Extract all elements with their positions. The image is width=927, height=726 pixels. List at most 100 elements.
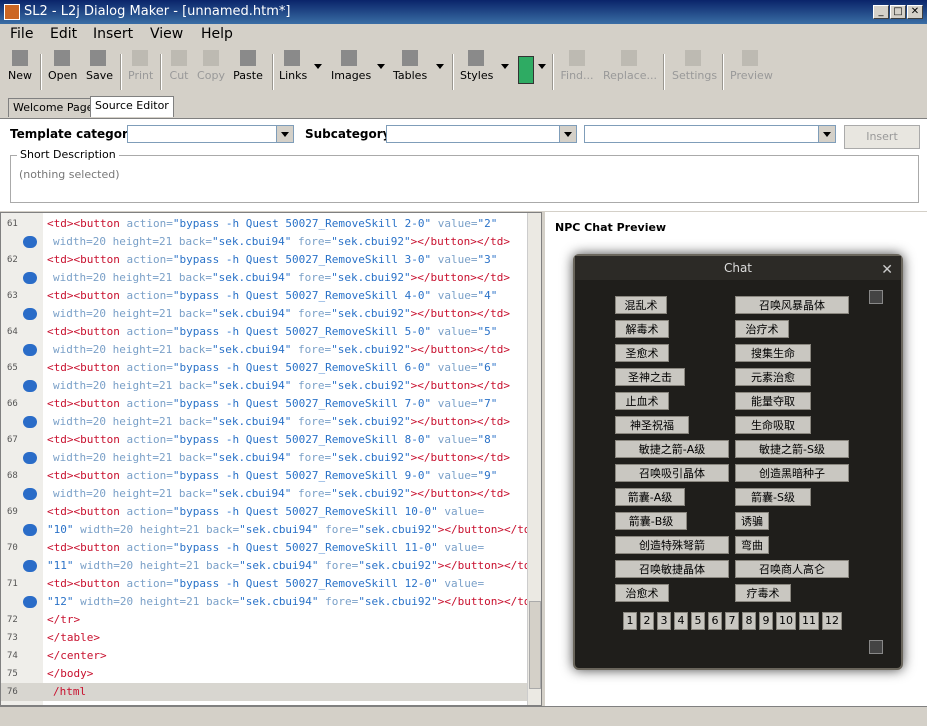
bookmark-icon[interactable] — [23, 560, 37, 572]
code-line[interactable]: 61 <td><button action="bypass -h Quest 50… — [1, 215, 529, 233]
save-button[interactable]: Save — [86, 50, 113, 82]
page-number-button[interactable]: 12 — [822, 612, 842, 630]
bookmark-icon[interactable] — [23, 488, 37, 500]
skill-button[interactable]: 诱骗 — [735, 512, 769, 530]
code-line[interactable]: width=20 height=21 back="sek.cbui94" for… — [1, 233, 529, 251]
images-dropdown-icon[interactable] — [377, 64, 385, 69]
styles-button[interactable]: Styles — [460, 50, 493, 82]
skill-button[interactable]: 箭囊-S级 — [735, 488, 811, 506]
code-line[interactable]: 68 <td><button action="bypass -h Quest 50… — [1, 467, 529, 485]
paste-button[interactable]: Paste — [232, 50, 264, 82]
code-line[interactable]: width=20 height=21 back="sek.cbui94" for… — [1, 413, 529, 431]
links-button[interactable]: Links — [279, 50, 307, 82]
chevron-down-icon[interactable] — [559, 126, 576, 142]
bookmark-icon[interactable] — [23, 272, 37, 284]
code-line[interactable]: 65 <td><button action="bypass -h Quest 50… — [1, 359, 529, 377]
color-swatch[interactable] — [518, 56, 534, 84]
maximize-button[interactable]: □ — [890, 5, 906, 19]
page-number-button[interactable]: 6 — [708, 612, 722, 630]
chevron-down-icon[interactable] — [818, 126, 835, 142]
skill-button[interactable]: 解毒术 — [615, 320, 669, 338]
code-line[interactable]: "11" width=20 height=21 back="sek.cbui94… — [1, 557, 537, 575]
images-button[interactable]: Images — [331, 50, 371, 82]
skill-button[interactable]: 召唤风暴晶体 — [735, 296, 849, 314]
bookmark-icon[interactable] — [23, 416, 37, 428]
template-category-select[interactable] — [127, 125, 294, 143]
code-line[interactable]: 76/html — [1, 683, 529, 701]
open-button[interactable]: Open — [48, 50, 77, 82]
skill-button[interactable]: 搜集生命 — [735, 344, 811, 362]
skill-button[interactable]: 创造特殊弩箭 — [615, 536, 729, 554]
color-dropdown-icon[interactable] — [538, 64, 546, 69]
skill-button[interactable]: 圣愈术 — [615, 344, 669, 362]
skill-button[interactable]: 治愈术 — [615, 584, 669, 602]
page-number-button[interactable]: 9 — [759, 612, 773, 630]
copy-button[interactable]: Copy — [197, 50, 225, 82]
chevron-up-icon[interactable] — [869, 290, 883, 304]
bookmark-icon[interactable] — [23, 236, 37, 248]
menu-file[interactable]: File — [10, 26, 33, 42]
skill-button[interactable]: 能量夺取 — [735, 392, 811, 410]
minimize-button[interactable]: _ — [873, 5, 889, 19]
skill-button[interactable]: 箭囊-A级 — [615, 488, 685, 506]
close-icon[interactable]: ✕ — [881, 258, 893, 282]
menu-view[interactable]: View — [150, 26, 183, 42]
page-number-button[interactable]: 7 — [725, 612, 739, 630]
preview-button[interactable]: Preview — [730, 50, 773, 82]
code-line[interactable]: 62 <td><button action="bypass -h Quest 50… — [1, 251, 529, 269]
code-line[interactable]: width=20 height=21 back="sek.cbui94" for… — [1, 341, 529, 359]
code-line[interactable]: 75 </body> — [1, 665, 529, 683]
cut-button[interactable]: Cut — [168, 50, 190, 82]
code-line[interactable]: 71 <td><button action="bypass -h Quest 50… — [1, 575, 529, 593]
tables-button[interactable]: Tables — [393, 50, 427, 82]
skill-button[interactable]: 敏捷之箭-S级 — [735, 440, 849, 458]
bookmark-icon[interactable] — [23, 452, 37, 464]
code-line[interactable]: width=20 height=21 back="sek.cbui94" for… — [1, 269, 529, 287]
menu-help[interactable]: Help — [201, 26, 233, 42]
page-number-button[interactable]: 3 — [657, 612, 671, 630]
page-number-button[interactable]: 1 — [623, 612, 637, 630]
bookmark-icon[interactable] — [23, 524, 37, 536]
code-line[interactable]: width=20 height=21 back="sek.cbui94" for… — [1, 377, 529, 395]
chevron-down-icon[interactable] — [276, 126, 293, 142]
page-number-button[interactable]: 11 — [799, 612, 819, 630]
code-line[interactable]: 70 <td><button action="bypass -h Quest 50… — [1, 539, 529, 557]
styles-dropdown-icon[interactable] — [501, 64, 509, 69]
print-button[interactable]: Print — [128, 50, 153, 82]
find-button[interactable]: Find... — [560, 50, 594, 82]
page-number-button[interactable]: 8 — [742, 612, 756, 630]
skill-button[interactable]: 元素治愈 — [735, 368, 811, 386]
skill-button[interactable]: 创造黑暗种子 — [735, 464, 849, 482]
new-button[interactable]: New — [8, 50, 32, 82]
skill-button[interactable]: 止血术 — [615, 392, 669, 410]
replace-button[interactable]: Replace... — [603, 50, 657, 82]
code-line[interactable]: 74 </center> — [1, 647, 529, 665]
skill-button[interactable]: 敏捷之箭-A级 — [615, 440, 729, 458]
bookmark-icon[interactable] — [23, 380, 37, 392]
code-line[interactable]: 69 <td><button action="bypass -h Quest 50… — [1, 503, 529, 521]
menu-edit[interactable]: Edit — [50, 26, 77, 42]
insert-button[interactable]: Insert — [844, 125, 920, 149]
page-number-button[interactable]: 2 — [640, 612, 654, 630]
code-line[interactable]: 72 </tr> — [1, 611, 529, 629]
code-line[interactable]: 66 <td><button action="bypass -h Quest 50… — [1, 395, 529, 413]
bookmark-icon[interactable] — [23, 308, 37, 320]
links-dropdown-icon[interactable] — [314, 64, 322, 69]
skill-button[interactable]: 召唤吸引晶体 — [615, 464, 729, 482]
code-line[interactable]: width=20 height=21 back="sek.cbui94" for… — [1, 449, 529, 467]
skill-button[interactable]: 召唤商人高仑 — [735, 560, 849, 578]
skill-button[interactable]: 生命吸取 — [735, 416, 811, 434]
skill-button[interactable]: 疗毒术 — [735, 584, 791, 602]
source-editor[interactable]: 61 <td><button action="bypass -h Quest 50… — [0, 212, 542, 706]
skill-button[interactable]: 箭囊-B级 — [615, 512, 687, 530]
subcategory-select[interactable] — [386, 125, 577, 143]
code-line[interactable]: 63 <td><button action="bypass -h Quest 50… — [1, 287, 529, 305]
skill-button[interactable]: 神圣祝福 — [615, 416, 689, 434]
code-line[interactable]: "12" width=20 height=21 back="sek.cbui94… — [1, 593, 537, 611]
tab-source-editor[interactable]: Source Editor — [90, 96, 174, 117]
page-number-button[interactable]: 4 — [674, 612, 688, 630]
bookmark-icon[interactable] — [23, 344, 37, 356]
tables-dropdown-icon[interactable] — [436, 64, 444, 69]
settings-button[interactable]: Settings — [672, 50, 717, 82]
editor-scrollbar[interactable] — [527, 213, 541, 705]
